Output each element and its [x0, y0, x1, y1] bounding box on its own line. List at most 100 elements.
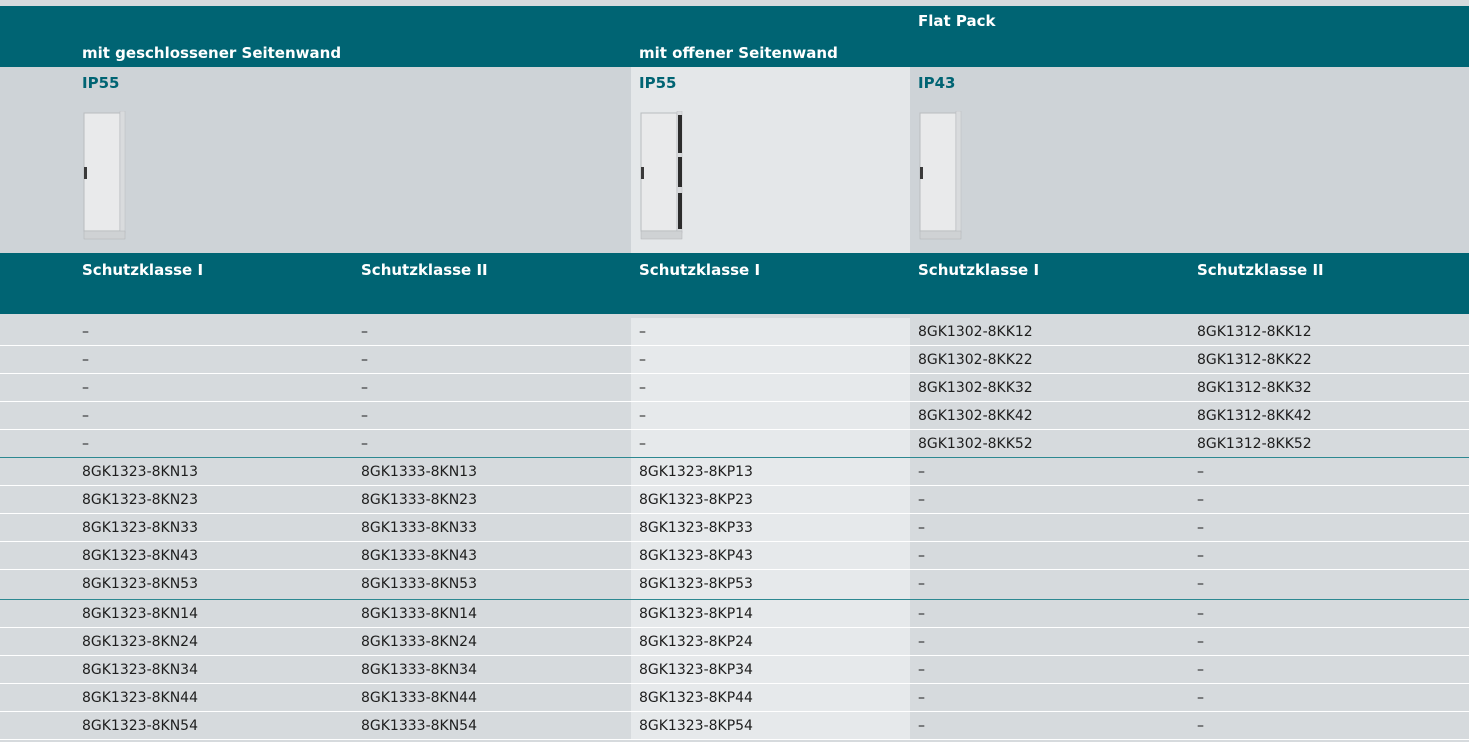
table-cell: –	[1197, 690, 1204, 706]
table-cell: –	[82, 352, 89, 368]
table-cell: 8GK1302-8KK52	[918, 436, 1033, 452]
open-side-column-bg	[631, 346, 910, 373]
table-cell: 8GK1333-8KN43	[361, 548, 477, 564]
table-cell: –	[1197, 520, 1204, 536]
table-cell: –	[1197, 548, 1204, 564]
table-cell: 8GK1333-8KN14	[361, 606, 477, 622]
table-cell: –	[918, 718, 925, 734]
table-cell: –	[361, 436, 368, 452]
table-cell: 8GK1333-8KN34	[361, 662, 477, 678]
table-cell: –	[918, 634, 925, 650]
table-cell: –	[1197, 492, 1204, 508]
table-cell: –	[918, 464, 925, 480]
table-cell: –	[639, 352, 646, 368]
product-image-band: IP55 IP55 IP43	[0, 67, 1469, 253]
table-cell: –	[1197, 576, 1204, 592]
table-cell: 8GK1323-8KN54	[82, 718, 198, 734]
table-cell: 8GK1323-8KP43	[639, 548, 753, 564]
table-cell: –	[1197, 464, 1204, 480]
table-cell: –	[82, 408, 89, 424]
closed-side-cabinet-image	[83, 111, 126, 240]
table-cell: –	[361, 380, 368, 396]
protection-class-header: Schutzklasse I Schutzklasse II Schutzkla…	[0, 253, 1469, 314]
open-side-column-bg	[631, 430, 910, 457]
table-cell: 8GK1333-8KN54	[361, 718, 477, 734]
table-row: 8GK1323-8KN13 8GK1333-8KN13 8GK1323-8KP13 –…	[0, 458, 1469, 486]
table-row: – – – 8GK1302-8KK22 8GK1312-8KK22	[0, 346, 1469, 374]
table-row: – – – 8GK1302-8KK12 8GK1312-8KK12	[0, 318, 1469, 346]
ip-rating-closed: IP55	[82, 74, 120, 92]
table-cell: 8GK1323-8KN24	[82, 634, 198, 650]
table-cell: –	[1197, 606, 1204, 622]
col-header-3: Schutzklasse I	[639, 261, 761, 279]
table-row: 8GK1323-8KN24 8GK1333-8KN24 8GK1323-8KP24 –…	[0, 628, 1469, 656]
table-cell: 8GK1323-8KP23	[639, 492, 753, 508]
header-closed-side: mit geschlossener Seitenwand	[82, 44, 342, 62]
table-cell: –	[1197, 662, 1204, 678]
table-cell: –	[639, 324, 646, 340]
table-cell: –	[1197, 634, 1204, 650]
table-row: 8GK1323-8KN44 8GK1333-8KN44 8GK1323-8KP44 –…	[0, 684, 1469, 712]
table-cell: 8GK1323-8KN44	[82, 690, 198, 706]
table-cell: 8GK1312-8KK12	[1197, 324, 1312, 340]
table-cell: 8GK1323-8KP33	[639, 520, 753, 536]
table-cell: –	[361, 408, 368, 424]
table-cell: –	[639, 408, 646, 424]
table-row: 8GK1323-8KN43 8GK1333-8KN43 8GK1323-8KP43 –…	[0, 542, 1469, 570]
ip-rating-flat-pack: IP43	[918, 74, 956, 92]
table-cell: 8GK1302-8KK12	[918, 324, 1033, 340]
table-cell: 8GK1333-8KN24	[361, 634, 477, 650]
open-side-column-bg	[631, 318, 910, 345]
table-row: 8GK1323-8KN23 8GK1333-8KN23 8GK1323-8KP23 –…	[0, 486, 1469, 514]
table-cell: –	[918, 492, 925, 508]
table-row: – – – 8GK1302-8KK32 8GK1312-8KK32	[0, 374, 1469, 402]
table-cell: 8GK1323-8KN13	[82, 464, 198, 480]
table-row: 8GK1323-8KN34 8GK1333-8KN34 8GK1323-8KP34 –…	[0, 656, 1469, 684]
open-side-cabinet-image	[640, 111, 683, 240]
table-cell: 8GK1323-8KP54	[639, 718, 753, 734]
header-open-side: mit offener Seitenwand	[639, 44, 838, 62]
table-cell: 8GK1323-8KP24	[639, 634, 753, 650]
table-cell: 8GK1312-8KK32	[1197, 380, 1312, 396]
table-cell: 8GK1323-8KN34	[82, 662, 198, 678]
open-side-column-bg	[631, 374, 910, 401]
table-cell: 8GK1302-8KK42	[918, 408, 1033, 424]
table-row: 8GK1323-8KN14 8GK1333-8KN14 8GK1323-8KP14 –…	[0, 600, 1469, 628]
table-cell: –	[918, 690, 925, 706]
table-cell: 8GK1323-8KP53	[639, 576, 753, 592]
table-cell: 8GK1323-8KN14	[82, 606, 198, 622]
table-row: – – – 8GK1302-8KK42 8GK1312-8KK42	[0, 402, 1469, 430]
table-cell: 8GK1323-8KP44	[639, 690, 753, 706]
table-cell: 8GK1333-8KN33	[361, 520, 477, 536]
table-cell: –	[918, 520, 925, 536]
ip-rating-open: IP55	[639, 74, 677, 92]
table-cell: –	[918, 606, 925, 622]
col-header-1: Schutzklasse I	[82, 261, 204, 279]
table-cell: 8GK1333-8KN13	[361, 464, 477, 480]
table-cell: –	[639, 436, 646, 452]
table-cell: 8GK1312-8KK52	[1197, 436, 1312, 452]
table-cell: 8GK1323-8KP13	[639, 464, 753, 480]
table-cell: –	[82, 324, 89, 340]
table-cell: –	[918, 662, 925, 678]
table-cell: 8GK1323-8KN23	[82, 492, 198, 508]
table-cell: 8GK1312-8KK42	[1197, 408, 1312, 424]
table-cell: 8GK1323-8KP14	[639, 606, 753, 622]
table-cell: –	[361, 324, 368, 340]
table-body: – – – 8GK1302-8KK12 8GK1312-8KK12 – – – 8GK1302-…	[0, 314, 1469, 742]
table-cell: 8GK1323-8KN43	[82, 548, 198, 564]
table-row: 8GK1323-8KN33 8GK1333-8KN33 8GK1323-8KP33 –…	[0, 514, 1469, 542]
table-header: mit geschlossener Seitenwand mit offener…	[0, 6, 1469, 67]
open-side-column-bg	[631, 402, 910, 429]
flat-pack-cabinet-image	[919, 111, 962, 240]
table-cell: 8GK1302-8KK22	[918, 352, 1033, 368]
table-cell: –	[361, 352, 368, 368]
table-cell: 8GK1333-8KN23	[361, 492, 477, 508]
table-cell: 8GK1323-8KN33	[82, 520, 198, 536]
table-cell: 8GK1333-8KN53	[361, 576, 477, 592]
table-cell: –	[639, 380, 646, 396]
table-row: – – – 8GK1302-8KK52 8GK1312-8KK52	[0, 430, 1469, 458]
table-cell: 8GK1302-8KK32	[918, 380, 1033, 396]
col-header-2: Schutzklasse II	[361, 261, 488, 279]
table-cell: –	[1197, 718, 1204, 734]
